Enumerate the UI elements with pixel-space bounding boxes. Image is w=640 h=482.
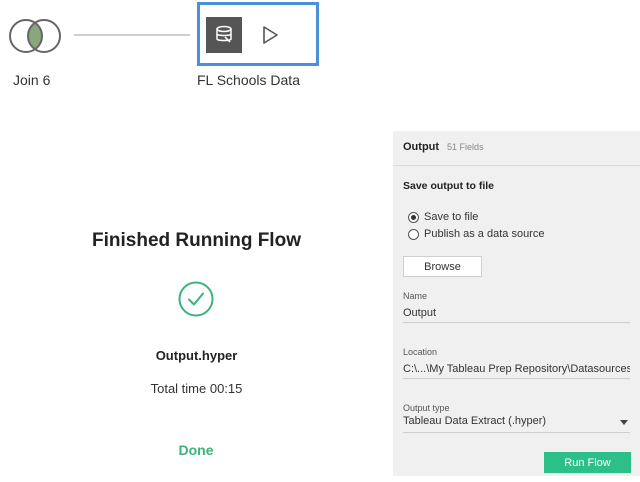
save-section-title: Save output to file — [403, 180, 495, 192]
output-database-icon — [206, 17, 242, 53]
output-file-name: Output.hyper — [155, 348, 238, 363]
location-label: Location — [403, 347, 438, 357]
radio-publish-data-source[interactable]: Publish as a data source — [408, 228, 544, 240]
run-flow-button[interactable]: Run Flow — [544, 452, 631, 473]
panel-title: Output — [403, 141, 440, 153]
radio-label: Publish as a data source — [424, 228, 545, 240]
finish-title: Finished Running Flow — [92, 230, 301, 251]
join-node-icon[interactable] — [6, 16, 66, 56]
output-node-label: FL Schools Data — [197, 72, 300, 88]
panel-divider — [393, 165, 640, 166]
play-icon[interactable] — [260, 25, 280, 45]
output-type-value: Tableau Data Extract (.hyper) — [403, 415, 547, 427]
dropdown-arrow-icon — [620, 420, 628, 425]
radio-button-selected[interactable] — [408, 211, 419, 223]
location-input[interactable] — [403, 360, 630, 379]
total-time: Total time 00:15 — [150, 381, 243, 396]
radio-button[interactable] — [408, 228, 419, 240]
output-type-select[interactable]: Tableau Data Extract (.hyper) — [403, 415, 630, 433]
browse-button[interactable]: Browse — [403, 256, 482, 277]
name-input[interactable] — [403, 304, 630, 323]
output-node[interactable] — [197, 2, 319, 66]
check-circle-icon — [178, 281, 214, 317]
field-count: 51 Fields — [447, 142, 484, 152]
flow-connector — [74, 34, 190, 36]
output-panel: Output 51 Fields Save output to file Save… — [393, 131, 640, 476]
join-node-label: Join 6 — [13, 72, 51, 88]
done-button[interactable]: Done — [166, 442, 226, 458]
output-type-label: Output type — [403, 403, 450, 413]
name-label: Name — [403, 291, 428, 301]
panel-header: Output 51 Fields — [403, 141, 484, 153]
radio-save-to-file[interactable]: Save to file — [408, 211, 478, 223]
radio-label: Save to file — [424, 211, 479, 223]
